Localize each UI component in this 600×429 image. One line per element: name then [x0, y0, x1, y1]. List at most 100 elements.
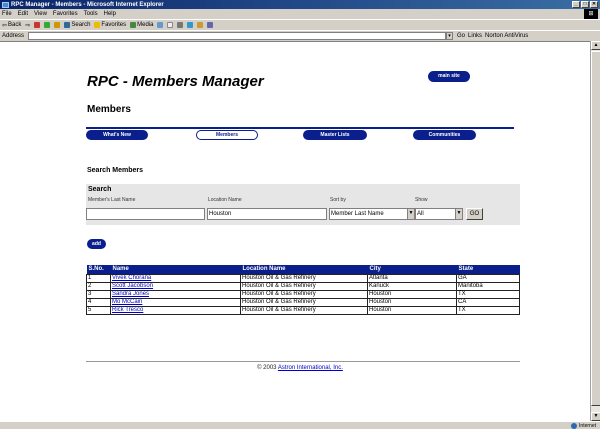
maximize-button[interactable]: □: [581, 1, 589, 8]
windows-logo-icon: ⊞: [584, 9, 598, 19]
vertical-scrollbar[interactable]: ▲ ▼: [590, 41, 600, 421]
cell-location: Houston Oil & Gas Refinery: [240, 289, 368, 299]
cell-city: Kanuck: [367, 281, 457, 291]
minimize-button[interactable]: _: [572, 1, 580, 8]
cell-sno: 1: [86, 273, 111, 283]
page-title: RPC - Members Manager: [87, 73, 264, 90]
menu-bar: File Edit View Favorites Tools Help ⊞: [0, 9, 600, 19]
back-label: Back: [8, 22, 22, 28]
address-input[interactable]: [28, 32, 447, 40]
menu-help[interactable]: Help: [104, 11, 116, 17]
scroll-thumb[interactable]: [591, 51, 600, 406]
cell-city: Houston: [367, 297, 457, 307]
cell-state: TX: [456, 289, 520, 299]
chevron-down-icon: ▼: [455, 209, 462, 219]
cell-sno: 4: [86, 297, 111, 307]
member-link[interactable]: Rick Tresco: [112, 307, 143, 313]
cell-city: Atlanta: [367, 273, 457, 283]
window-title: RPC Manager - Members - Microsoft Intern…: [11, 1, 164, 8]
media-button[interactable]: Media: [130, 22, 153, 28]
cell-sno: 2: [86, 281, 111, 291]
menu-file[interactable]: File: [2, 11, 12, 17]
sort-by-label: Sort by: [330, 197, 346, 203]
close-button[interactable]: ✕: [590, 1, 598, 8]
member-link[interactable]: Mo McCain: [112, 299, 142, 305]
zone-label: Internet: [579, 422, 596, 429]
footer: © 2003 Astron International, Inc.: [0, 365, 600, 371]
cell-sno: 3: [86, 289, 111, 299]
sort-by-select[interactable]: Member Last Name ▼: [329, 208, 415, 220]
company-link[interactable]: Astron International, Inc.: [278, 365, 343, 371]
search-members-heading: Search Members: [87, 167, 144, 174]
search-button[interactable]: Search: [64, 22, 90, 28]
table-row: 5 Rick Tresco Houston Oil & Gas Refinery…: [86, 305, 520, 315]
last-name-input[interactable]: [86, 208, 205, 220]
menu-tools[interactable]: Tools: [84, 11, 98, 17]
address-bar: Address ▾ Go Links Norton AntiVirus: [0, 30, 600, 41]
show-select[interactable]: All ▼: [415, 208, 463, 220]
norton-antivirus-button[interactable]: Norton AntiVirus: [485, 33, 528, 39]
menu-view[interactable]: View: [34, 11, 47, 17]
messenger-icon[interactable]: [207, 22, 214, 28]
status-bar: Internet: [0, 421, 600, 429]
address-dropdown-icon[interactable]: ▾: [446, 32, 454, 40]
cell-state: Manitoba: [456, 281, 520, 291]
show-label: Show: [415, 197, 428, 203]
nav-communities[interactable]: Communities: [413, 130, 476, 140]
edit-icon[interactable]: [187, 22, 194, 28]
browser-toolbar: ⇦ Back ⇨ Search Favorites Media: [0, 19, 600, 30]
location-name-input[interactable]: Houston: [207, 208, 327, 220]
discuss-icon[interactable]: [197, 22, 204, 28]
menu-favorites[interactable]: Favorites: [53, 11, 78, 17]
forward-button[interactable]: ⇨: [25, 22, 30, 29]
header-sno: S.No.: [86, 265, 111, 274]
add-button[interactable]: add: [87, 239, 106, 249]
header-state: State: [456, 265, 520, 274]
home-icon[interactable]: [54, 22, 61, 28]
table-row: 1 Vivek Chorana Houston Oil & Gas Refine…: [86, 273, 520, 283]
main-site-button[interactable]: main site: [428, 71, 470, 82]
media-label: Media: [137, 22, 154, 28]
cell-location: Houston Oil & Gas Refinery: [240, 297, 368, 307]
header-name: Name: [110, 265, 241, 274]
cell-name: Vivek Chorana: [110, 273, 241, 283]
member-link[interactable]: Sandra Jones: [112, 291, 149, 297]
copyright-text: © 2003: [257, 365, 277, 371]
nav-whats-new[interactable]: What's New: [86, 130, 148, 140]
stop-icon[interactable]: [34, 22, 41, 28]
media-icon: [130, 22, 137, 28]
security-zone: Internet: [571, 422, 596, 429]
cell-city: Houston: [367, 289, 457, 299]
table-row: 3 Sandra Jones Houston Oil & Gas Refiner…: [86, 289, 520, 299]
search-label: Search: [71, 22, 91, 28]
cell-state: TX: [456, 305, 520, 315]
page-viewport: [0, 41, 590, 421]
refresh-icon[interactable]: [44, 22, 51, 28]
back-button[interactable]: ⇦ Back: [2, 22, 21, 29]
nav-master-lists[interactable]: Master Lists: [303, 130, 367, 140]
menu-edit[interactable]: Edit: [18, 11, 28, 17]
footer-divider: [86, 361, 520, 362]
header-location: Location Name: [240, 265, 368, 274]
favorites-button[interactable]: Favorites: [94, 22, 126, 28]
search-go-button[interactable]: GO: [466, 208, 483, 220]
mail-icon[interactable]: [167, 22, 174, 28]
cell-location: Houston Oil & Gas Refinery: [240, 305, 368, 315]
globe-icon: [571, 422, 578, 429]
header-city: City: [367, 265, 457, 274]
nav-members[interactable]: Members: [196, 130, 258, 140]
scroll-up-icon[interactable]: ▲: [591, 41, 600, 50]
go-button[interactable]: Go: [457, 33, 465, 39]
print-icon[interactable]: [177, 22, 184, 28]
member-link[interactable]: Scott Jacobson: [112, 283, 153, 289]
cell-location: Houston Oil & Gas Refinery: [240, 273, 368, 283]
nav-divider: [86, 127, 514, 129]
scroll-down-icon[interactable]: ▼: [591, 412, 600, 421]
cell-state: GA: [456, 273, 520, 283]
links-button[interactable]: Links: [468, 33, 482, 39]
table-header-row: S.No. Name Location Name City State: [86, 265, 520, 274]
history-icon[interactable]: [157, 22, 164, 28]
search-panel: Search Member's Last Name Location Name …: [86, 184, 520, 225]
cell-name: Scott Jacobson: [110, 281, 241, 291]
member-link[interactable]: Vivek Chorana: [112, 275, 151, 281]
